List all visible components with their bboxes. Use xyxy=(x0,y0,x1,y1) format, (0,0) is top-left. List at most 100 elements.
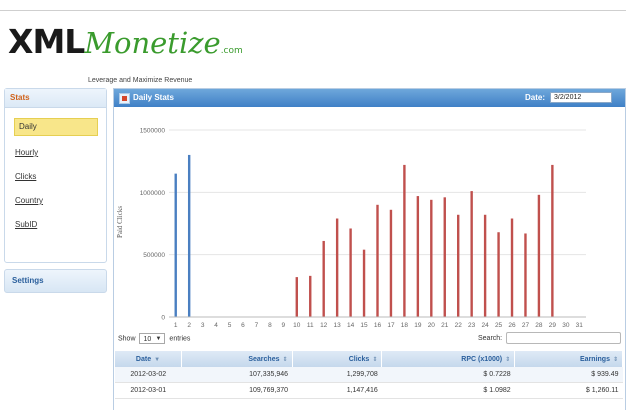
x-tick-label: 19 xyxy=(414,322,422,329)
logo[interactable]: XMLMonetize.com Leverage and Maximize Re… xyxy=(8,22,243,84)
table-row[interactable]: 2012-03-01 109,769,370 1,147,416 $ 1.098… xyxy=(115,382,623,399)
chart-y-ticks: 1500000 1000000 500000 0 xyxy=(140,128,166,322)
x-tick-label: 10 xyxy=(293,322,301,329)
top-divider xyxy=(0,10,626,11)
cell-clicks: 1,299,708 xyxy=(292,367,382,383)
column-header-label: RPC (x1000) xyxy=(461,355,503,363)
panel-title: Daily Stats xyxy=(133,93,174,102)
x-tick-label: 3 xyxy=(201,322,205,329)
x-tick-label: 13 xyxy=(334,322,342,329)
chart-y-axis-label: Paid Clicks xyxy=(116,206,124,238)
stats-heading: Stats xyxy=(5,89,106,108)
x-tick-label: 4 xyxy=(214,322,218,329)
show-prefix: Show xyxy=(118,335,136,343)
bar-day-10 xyxy=(295,277,298,317)
bar-day-20 xyxy=(430,199,433,317)
bar-day-2 xyxy=(187,154,191,317)
entries-select[interactable]: 10 ▼ xyxy=(139,333,166,344)
date-input[interactable] xyxy=(550,92,612,103)
stats-menu: Stats Daily Hourly Clicks Country SubID xyxy=(4,88,107,263)
bar-day-1 xyxy=(174,173,177,317)
show-suffix: entries xyxy=(169,335,191,343)
bar-day-11 xyxy=(309,275,312,317)
x-tick-label: 15 xyxy=(360,322,368,329)
x-tick-label: 6 xyxy=(241,322,245,329)
x-tick-label: 17 xyxy=(387,322,395,329)
bar-day-13 xyxy=(335,218,339,317)
sidebar-item-country[interactable]: Country xyxy=(15,196,106,206)
table-row[interactable]: 2012-03-02 107,335,946 1,299,708 $ 0.722… xyxy=(115,367,623,383)
sidebar-item-settings[interactable]: Settings xyxy=(4,269,107,293)
bar-day-15 xyxy=(362,249,366,317)
bar-day-26 xyxy=(510,218,514,317)
daily-stats-panel: Daily Stats Date: 150000010000005000000 … xyxy=(113,88,626,410)
table-header-row: Date ▼ Searches ⇕ Clicks ⇕ RPC (x1000) ⇕ Ear… xyxy=(115,351,623,367)
entries-control: Show 10 ▼ entries xyxy=(118,333,190,344)
x-tick-label: 14 xyxy=(347,322,355,329)
cell-earnings: $ 1,260.11 xyxy=(514,382,623,399)
y-tick-label: 500000 xyxy=(143,252,165,259)
paid-clicks-chart: 150000010000005000000 Paid Clicks 123456… xyxy=(116,128,586,329)
x-tick-label: 12 xyxy=(320,322,328,329)
sidebar-item-hourly[interactable]: Hourly xyxy=(15,148,106,158)
sort-icon: ⇕ xyxy=(282,356,288,363)
chart-bars xyxy=(174,154,554,317)
entries-select-value: 10 xyxy=(143,336,152,343)
sort-icon: ⇕ xyxy=(372,356,378,363)
logo-monetize-text: Monetize xyxy=(84,26,221,60)
column-header-label: Clicks xyxy=(348,355,370,363)
x-tick-label: 2 xyxy=(187,322,191,329)
logo-xml-text: XML xyxy=(8,22,85,61)
sort-icon: ⇕ xyxy=(505,356,511,363)
bar-day-16 xyxy=(376,204,379,317)
cell-searches: 107,335,946 xyxy=(181,367,293,383)
bar-day-25 xyxy=(497,232,500,317)
x-tick-label: 26 xyxy=(508,322,516,329)
column-header-date[interactable]: Date ▼ xyxy=(115,351,182,367)
search-label: Search: xyxy=(478,335,503,342)
x-tick-label: 24 xyxy=(481,322,489,329)
bar-day-19 xyxy=(416,196,420,317)
x-tick-label: 18 xyxy=(401,322,409,329)
bar-day-17 xyxy=(389,209,393,317)
panel-header: Daily Stats Date: xyxy=(114,89,625,107)
bar-day-12 xyxy=(322,240,325,317)
x-tick-label: 1 xyxy=(174,322,178,329)
bar-day-18 xyxy=(403,164,406,317)
chart-x-ticks: 1 2 3 4 5 6 7 8 9 10 11 12 13 14 15 16 17 18 19 20 21 22 23 24 2… xyxy=(174,322,583,329)
sidebar-item-clicks[interactable]: Clicks xyxy=(15,172,106,182)
x-tick-label: 29 xyxy=(549,322,557,329)
y-tick-label: 1000000 xyxy=(140,190,166,197)
sidebar-item-subid[interactable]: SubID xyxy=(15,220,106,230)
x-tick-label: 27 xyxy=(522,322,530,329)
cell-earnings: $ 939.49 xyxy=(514,367,623,383)
x-tick-label: 5 xyxy=(228,322,232,329)
bar-day-29 xyxy=(551,164,554,317)
column-header-rpc[interactable]: RPC (x1000) ⇕ xyxy=(381,351,516,367)
stats-menu-items: Daily Hourly Clicks Country SubID xyxy=(5,108,106,262)
sort-desc-icon: ▼ xyxy=(154,356,161,363)
column-header-clicks[interactable]: Clicks ⇕ xyxy=(292,351,383,367)
stats-table: Date ▼ Searches ⇕ Clicks ⇕ RPC (x1000) ⇕ Ear… xyxy=(115,351,623,399)
x-tick-label: 23 xyxy=(468,322,476,329)
x-tick-label: 21 xyxy=(441,322,449,329)
bar-day-22 xyxy=(457,214,460,317)
logo-tagline: Leverage and Maximize Revenue xyxy=(88,77,193,84)
bar-day-14 xyxy=(349,228,352,317)
x-tick-label: 9 xyxy=(282,322,286,329)
x-tick-label: 28 xyxy=(535,322,543,329)
column-header-earnings[interactable]: Earnings ⇕ xyxy=(514,351,623,367)
column-header-label: Date xyxy=(135,355,152,363)
cell-searches: 109,769,370 xyxy=(181,382,293,399)
chevron-down-icon: ▼ xyxy=(155,336,162,342)
bar-day-23 xyxy=(470,191,473,317)
bar-day-28 xyxy=(537,194,541,317)
x-tick-label: 8 xyxy=(268,322,272,329)
column-header-label: Earnings xyxy=(580,355,610,363)
logo-suffix-text: .com xyxy=(220,46,243,56)
x-tick-label: 25 xyxy=(495,322,503,329)
column-header-searches[interactable]: Searches ⇕ xyxy=(181,351,293,367)
sidebar-item-daily[interactable]: Daily xyxy=(14,118,98,136)
sort-icon: ⇕ xyxy=(612,356,618,363)
search-input[interactable] xyxy=(506,332,621,344)
